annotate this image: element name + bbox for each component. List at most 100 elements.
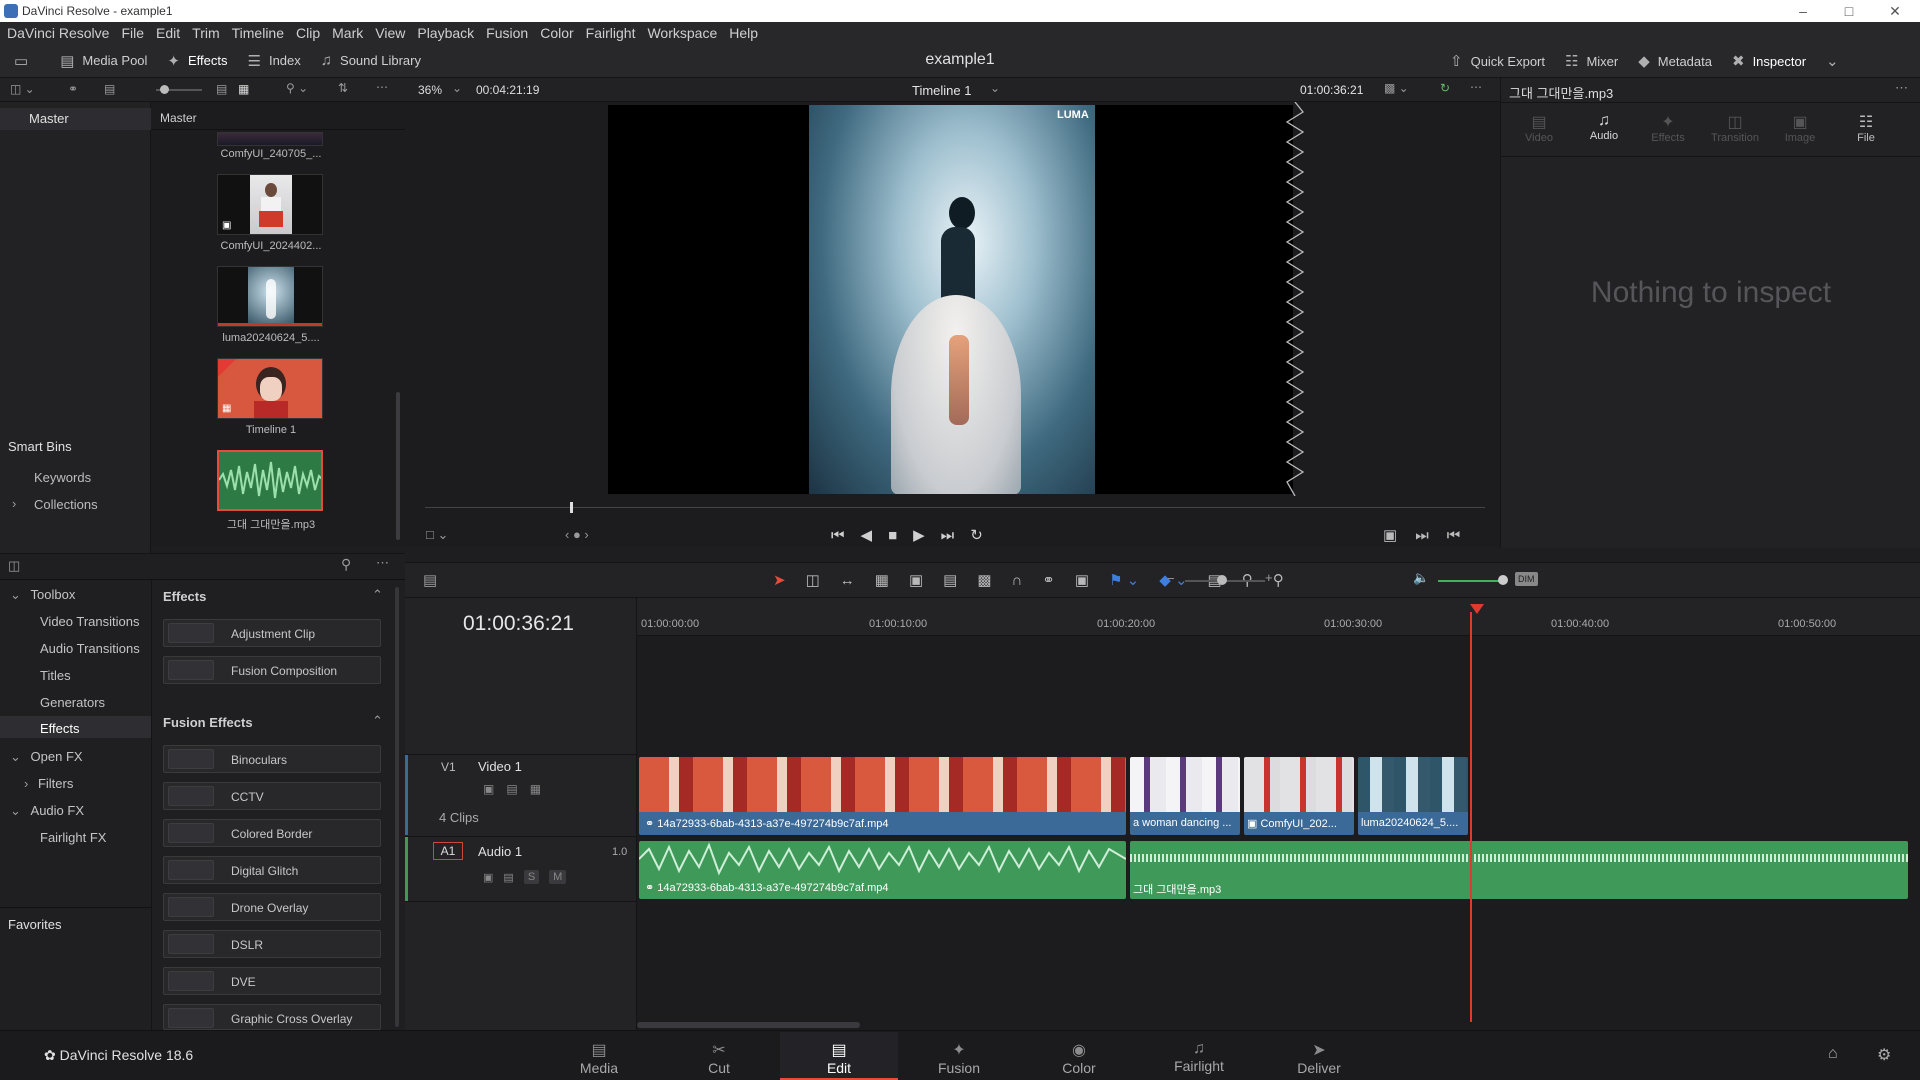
effect-binoculars[interactable]: Binoculars (163, 745, 381, 773)
audio-fx-item[interactable]: Audio FX (31, 803, 84, 818)
sort-icon[interactable]: ⇅ (338, 81, 348, 95)
volume-icon[interactable]: 🔈 (1413, 570, 1429, 586)
page-color[interactable]: ◉ Color (1020, 1032, 1138, 1080)
next-clip-icon[interactable]: ⏭ (1415, 527, 1429, 544)
effects-item[interactable]: Effects (0, 721, 151, 736)
grid-view-icon[interactable]: ▦ (238, 82, 249, 96)
snapping-icon[interactable]: ∩ (1012, 572, 1023, 589)
menu-file[interactable]: File (121, 25, 144, 41)
replace-clip-icon[interactable]: ▩ (977, 571, 991, 589)
zoom-slider-handle[interactable] (1217, 575, 1227, 585)
timeline-selector[interactable]: Timeline 1 (912, 83, 971, 98)
zoom-custom-icon[interactable]: ⚲ (1273, 571, 1284, 589)
audio-clip-2[interactable]: 그대 그대만을.mp3 (1130, 841, 1908, 899)
match-frame-icon[interactable]: ▣ (1383, 526, 1397, 544)
scrubber-track[interactable] (425, 507, 1485, 508)
inspector-tab-video[interactable]: ▤ Video (1511, 112, 1567, 144)
video-clip-2[interactable]: a woman dancing ... (1130, 757, 1240, 835)
chevron-down-icon[interactable]: ⌄ (10, 587, 21, 602)
effect-adjustment-clip[interactable]: Adjustment Clip (163, 619, 381, 647)
v1-track-name[interactable]: Video 1 (478, 759, 522, 774)
sidebar-toggle-icon[interactable]: ◫ (8, 558, 20, 574)
effect-dve[interactable]: DVE (163, 967, 381, 995)
home-icon[interactable]: ⌂ (1828, 1045, 1838, 1063)
effect-drone-overlay[interactable]: Drone Overlay (163, 893, 381, 921)
pool-thumb-luma[interactable] (217, 266, 323, 327)
more-options-icon[interactable]: ⋯ (1895, 80, 1908, 96)
menu-help[interactable]: Help (729, 25, 758, 41)
menu-fairlight[interactable]: Fairlight (586, 25, 636, 41)
page-fairlight[interactable]: ♫ Fairlight (1140, 1032, 1258, 1080)
close-icon[interactable]: ✕ (1872, 0, 1918, 22)
effect-dslr[interactable]: DSLR (163, 930, 381, 958)
menu-fusion[interactable]: Fusion (486, 25, 528, 41)
chevron-up-icon[interactable]: ⌃ (372, 713, 383, 729)
menu-color[interactable]: Color (540, 25, 573, 41)
sync-icon[interactable]: ↻ (1440, 81, 1450, 95)
thumbnail-size-handle[interactable] (160, 85, 169, 94)
keywords-bin[interactable]: Keywords (34, 470, 91, 485)
sound-library-button[interactable]: ♫ Sound Library (311, 44, 431, 78)
menu-playback[interactable]: Playback (417, 25, 474, 41)
auto-select-icon[interactable]: ▤ (503, 871, 513, 884)
fairlight-fx-item[interactable]: Fairlight FX (0, 830, 151, 845)
disable-video-icon[interactable]: ▦ (530, 782, 541, 796)
lock-track-icon[interactable]: ▣ (483, 782, 494, 796)
volume-slider[interactable] (1438, 580, 1502, 582)
effects-scrollbar[interactable] (395, 587, 399, 1027)
gear-icon[interactable]: ⚙ (1877, 1045, 1891, 1065)
more-options-icon[interactable]: ⋯ (376, 555, 389, 571)
metadata-button[interactable]: ◆ Metadata (1628, 44, 1722, 78)
v1-track-id[interactable]: V1 (441, 760, 456, 774)
chevron-right-icon[interactable]: › (24, 776, 28, 791)
zoom-in-icon[interactable]: + (1265, 570, 1273, 585)
media-pool-button[interactable]: ▤ Media Pool (50, 44, 157, 78)
timeline-view-options-icon[interactable]: ▤ (423, 571, 437, 589)
chevron-down-icon[interactable]: ⌄ (10, 803, 21, 818)
trim-tool-icon[interactable]: ◫ (806, 571, 820, 589)
filters-item[interactable]: Filters (38, 776, 73, 791)
effect-graphic-cross-overlay[interactable]: Graphic Cross Overlay (163, 1004, 381, 1030)
chevron-down-icon[interactable]: ⌄ (452, 81, 462, 95)
favorites-title[interactable]: Favorites (0, 917, 151, 932)
page-deliver[interactable]: ➤ Deliver (1260, 1032, 1378, 1080)
chevron-up-icon[interactable]: ⌃ (372, 587, 383, 603)
overwrite-clip-icon[interactable]: ▤ (943, 571, 957, 589)
index-button[interactable]: ☰ Index (238, 44, 311, 78)
page-cut[interactable]: ✂ Cut (660, 1032, 778, 1080)
auto-select-icon[interactable]: ▤ (506, 782, 517, 796)
pool-thumb-comfy1[interactable] (217, 132, 323, 146)
inspector-button[interactable]: ✖ Inspector (1722, 44, 1816, 78)
effects-button[interactable]: ✦ Effects (157, 44, 237, 78)
stop-icon[interactable]: ■ (888, 527, 897, 544)
playhead-handle[interactable] (1470, 604, 1484, 614)
expand-button[interactable]: ⌄ (1816, 44, 1857, 78)
search-icon[interactable]: ⚲ (341, 556, 351, 573)
more-options-icon[interactable]: ⋯ (1470, 80, 1482, 94)
chevron-down-icon[interactable]: ⌄ (990, 81, 1000, 95)
display-mode-icon[interactable]: ▩ ⌄ (1384, 81, 1409, 95)
timeline-scrollbar[interactable] (637, 1022, 860, 1028)
play-reverse-icon[interactable]: ◀ (861, 526, 873, 544)
playhead-line[interactable] (1470, 612, 1472, 1022)
panel-toggle-button[interactable]: ▭ (0, 44, 50, 78)
pool-thumb-comfy2[interactable]: ▣ (217, 174, 323, 235)
chevron-down-icon[interactable]: ⌄ (10, 749, 21, 764)
effect-fusion-composition[interactable]: Fusion Composition (163, 656, 381, 684)
blade-tool-icon[interactable]: ▦ (875, 571, 889, 589)
link-icon[interactable]: ⚭ (68, 82, 78, 96)
transform-icon[interactable]: □ ⌄ (426, 527, 448, 543)
zoom-out-icon[interactable]: − (1167, 571, 1175, 586)
video-clip-4[interactable]: luma20240624_5.... (1358, 757, 1468, 835)
play-icon[interactable]: ▶ (913, 526, 925, 544)
dim-button[interactable]: DIM (1515, 572, 1538, 586)
more-options-icon[interactable]: ⋯ (376, 80, 388, 94)
inspector-tab-image[interactable]: ▣ Image (1772, 112, 1828, 144)
effect-digital-glitch[interactable]: Digital Glitch (163, 856, 381, 884)
a1-track-name[interactable]: Audio 1 (478, 844, 522, 859)
generators-item[interactable]: Generators (0, 695, 151, 710)
effect-colored-border[interactable]: Colored Border (163, 819, 381, 847)
sidebar-toggle-icon[interactable]: ◫ ⌄ (10, 82, 35, 96)
linked-selection-icon[interactable]: ⚭ (1042, 571, 1055, 589)
prev-next-marker[interactable]: ‹ ● › (565, 527, 589, 542)
